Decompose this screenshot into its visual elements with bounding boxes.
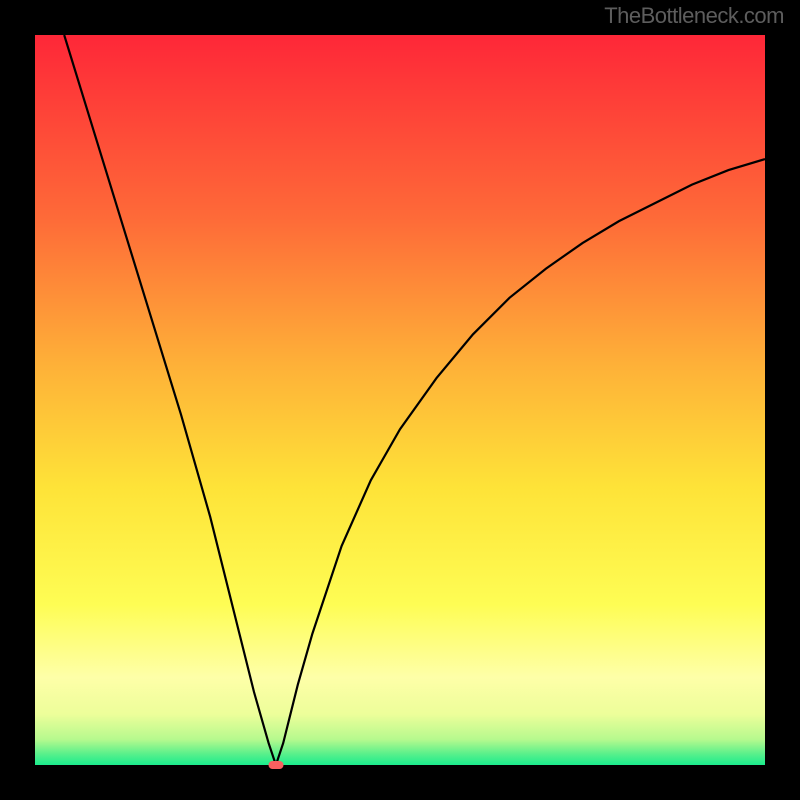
- minimum-marker: [268, 761, 283, 769]
- watermark-text: TheBottleneck.com: [604, 3, 784, 29]
- bottleneck-curve: [35, 35, 765, 765]
- plot-area: [35, 35, 765, 765]
